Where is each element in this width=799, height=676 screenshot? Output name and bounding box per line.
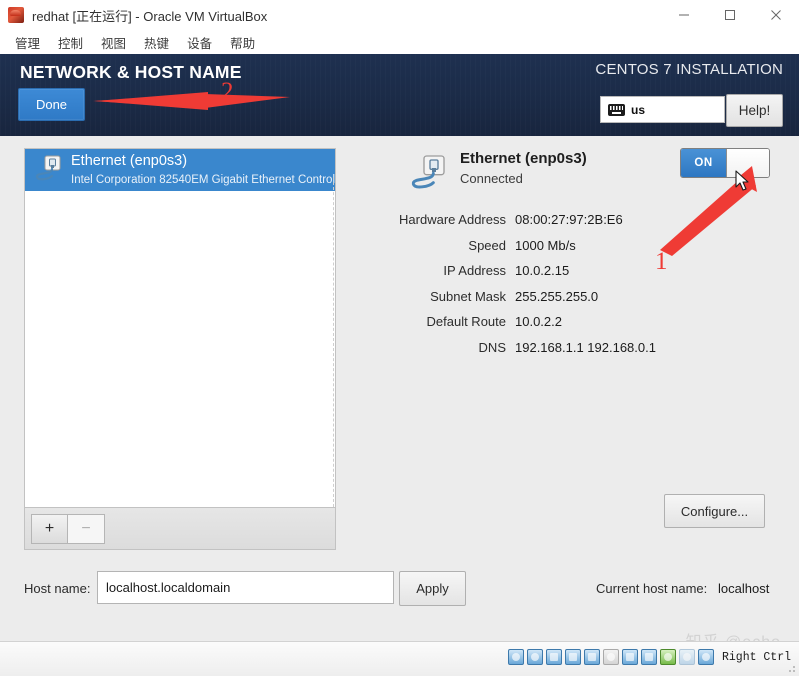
annotation-number-1: 1 [655, 248, 668, 276]
menu-item-help[interactable]: 帮助 [221, 31, 264, 54]
installer-body: Ethernet (enp0s3) Intel Corporation 8254… [0, 136, 799, 641]
field-label: Default Route [350, 314, 515, 329]
field-label: DNS [350, 340, 515, 355]
keyboard-layout-indicator[interactable]: us [600, 96, 725, 123]
apply-button[interactable]: Apply [399, 571, 466, 606]
wired-network-icon [408, 152, 448, 197]
field-value: 255.255.255.0 [515, 289, 598, 304]
list-item-subtitle: Intel Corporation 82540EM Gigabit Ethern… [71, 174, 335, 186]
keyboard-layout-label: us [631, 103, 645, 117]
optical-disk-icon[interactable] [527, 649, 543, 665]
network-device-list[interactable]: Ethernet (enp0s3) Intel Corporation 8254… [24, 148, 336, 508]
add-device-label: + [45, 520, 54, 538]
host-name-input-value: localhost.localdomain [106, 580, 230, 595]
vm-title-bar: redhat [正在运行] - Oracle VM VirtualBox [0, 0, 799, 30]
field-row: IP Address 10.0.2.15 [350, 263, 780, 278]
keyboard-capture-icon[interactable] [698, 649, 714, 665]
field-row: DNS 192.168.1.1 192.168.0.1 [350, 340, 780, 355]
done-button[interactable]: Done [18, 88, 85, 121]
vm-menu-bar: 管理 控制 视图 热键 设备 帮助 [0, 30, 799, 54]
current-host-name-label: Current host name: [596, 581, 707, 596]
apply-button-label: Apply [416, 581, 449, 596]
field-label: Speed [350, 238, 515, 253]
virtualbox-window: redhat [正在运行] - Oracle VM VirtualBox 管理 … [0, 0, 799, 675]
resize-grip[interactable] [787, 664, 797, 674]
network-toggle-knob[interactable] [726, 149, 769, 177]
wired-network-icon [33, 153, 63, 188]
field-label: Subnet Mask [350, 289, 515, 304]
network-toggle-on-label: ON [681, 149, 726, 177]
details-connection-state: Connected [460, 171, 523, 186]
redhat-logo-icon [8, 7, 24, 23]
field-row: Speed 1000 Mb/s [350, 238, 780, 253]
field-value: 10.0.2.15 [515, 263, 569, 278]
configure-button[interactable]: Configure... [664, 494, 765, 528]
vm-status-bar: Right Ctrl [0, 641, 799, 676]
maximize-icon[interactable] [707, 0, 753, 30]
details-header: Ethernet (enp0s3) Connected ON [350, 148, 780, 200]
field-value: 10.0.2.2 [515, 314, 562, 329]
field-value: 192.168.1.1 192.168.0.1 [515, 340, 656, 355]
remove-device-button[interactable]: − [68, 514, 105, 544]
menu-item-control[interactable]: 控制 [49, 31, 92, 54]
remote-desktop-icon[interactable] [641, 649, 657, 665]
field-row: Subnet Mask 255.255.255.0 [350, 289, 780, 304]
page-title: NETWORK & HOST NAME [20, 62, 242, 83]
remove-device-label: − [81, 520, 90, 538]
floppy-disk-icon[interactable] [546, 649, 562, 665]
annotation-number-2: 2 [221, 78, 234, 106]
hard-disk-icon[interactable] [508, 649, 524, 665]
network-details-fields: Hardware Address 08:00:27:97:2B:E6 Speed… [350, 212, 780, 365]
menu-item-devices[interactable]: 设备 [178, 31, 221, 54]
add-device-button[interactable]: + [31, 514, 68, 544]
window-controls [661, 0, 799, 30]
list-item[interactable]: Ethernet (enp0s3) Intel Corporation 8254… [25, 149, 335, 191]
list-item-title: Ethernet (enp0s3) [71, 153, 187, 169]
network-icon[interactable] [565, 649, 581, 665]
keyboard-icon [608, 104, 625, 116]
vm-window-title: redhat [正在运行] - Oracle VM VirtualBox [32, 6, 267, 25]
mouse-integration-icon[interactable] [679, 649, 695, 665]
shared-folder-icon[interactable] [603, 649, 619, 665]
product-label: CENTOS 7 INSTALLATION [595, 61, 783, 78]
display-icon[interactable] [622, 649, 638, 665]
device-list-toolbar: + − [24, 508, 336, 550]
field-value: 1000 Mb/s [515, 238, 576, 253]
field-row: Default Route 10.0.2.2 [350, 314, 780, 329]
help-button[interactable]: Help! [726, 94, 783, 127]
field-row: Hardware Address 08:00:27:97:2B:E6 [350, 212, 780, 227]
host-name-label: Host name: [24, 581, 90, 596]
field-label: IP Address [350, 263, 515, 278]
network-details-panel: Ethernet (enp0s3) Connected ON Hardware … [350, 148, 780, 200]
field-label: Hardware Address [350, 212, 515, 227]
configure-button-label: Configure... [681, 504, 748, 519]
installer-header: NETWORK & HOST NAME CENTOS 7 INSTALLATIO… [0, 54, 799, 136]
recording-icon[interactable] [660, 649, 676, 665]
menu-item-manage[interactable]: 管理 [6, 31, 49, 54]
current-host-name-value: localhost [718, 581, 769, 596]
network-toggle[interactable]: ON [680, 148, 770, 178]
menu-item-view[interactable]: 视图 [92, 31, 135, 54]
usb-icon[interactable] [584, 649, 600, 665]
help-button-label: Help! [739, 103, 771, 118]
field-value: 08:00:27:97:2B:E6 [515, 212, 623, 227]
menu-item-hotkeys[interactable]: 热键 [135, 31, 178, 54]
minimize-icon[interactable] [661, 0, 707, 30]
host-name-input[interactable]: localhost.localdomain [97, 571, 394, 604]
host-name-bar: Host name: localhost.localdomain Apply C… [0, 571, 799, 611]
done-button-label: Done [36, 97, 67, 112]
status-icon-group: Right Ctrl [508, 649, 791, 665]
details-device-name: Ethernet (enp0s3) [460, 150, 587, 167]
close-icon[interactable] [753, 0, 799, 30]
host-key-label: Right Ctrl [722, 651, 791, 664]
list-item-texts: Ethernet (enp0s3) Intel Corporation 8254… [71, 152, 335, 188]
